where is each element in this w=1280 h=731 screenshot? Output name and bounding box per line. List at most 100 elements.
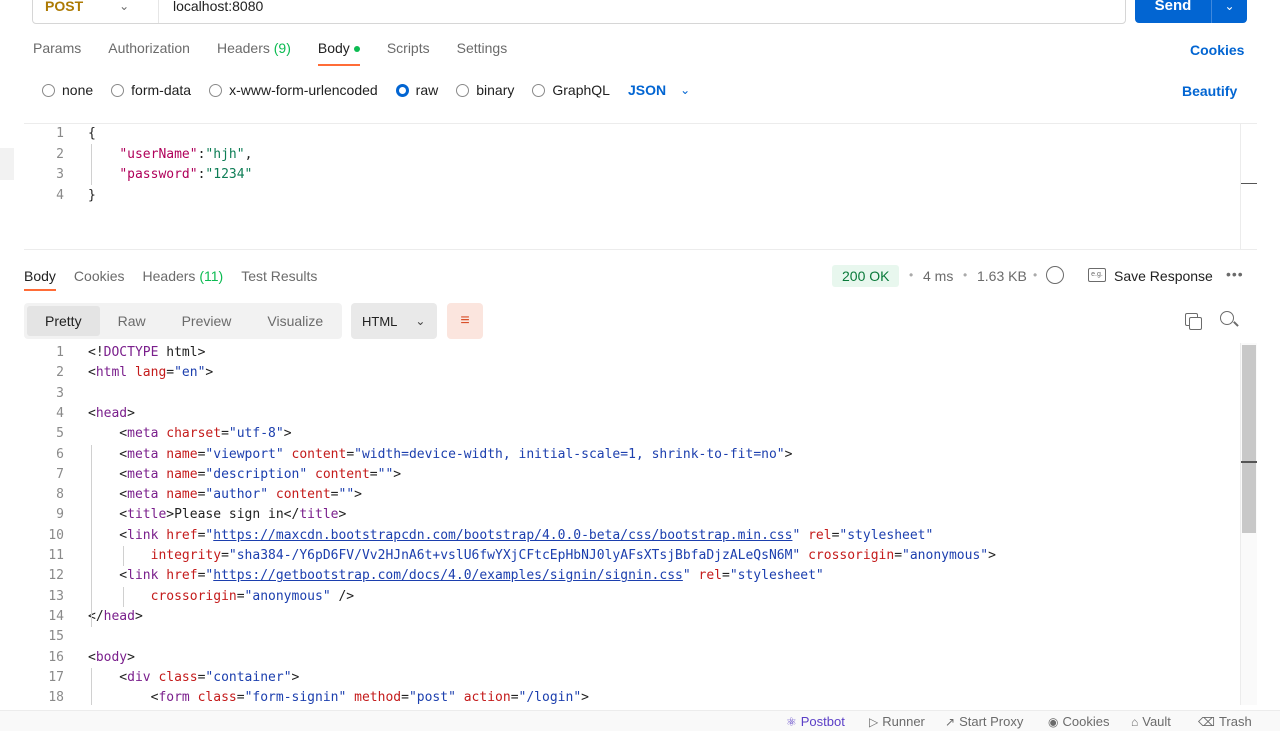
beautify-button[interactable]: Beautify: [1182, 83, 1237, 99]
runner-icon: ▷: [869, 714, 879, 729]
radio-circle: [42, 83, 55, 97]
code-line: <link href="https://getbootstrap.com/doc…: [88, 568, 824, 584]
indent-guide: [91, 144, 92, 185]
send-button[interactable]: Send ⌄: [1135, 0, 1247, 23]
line-number: 6: [56, 446, 64, 462]
view-visualize[interactable]: Visualize: [249, 306, 341, 336]
globe-icon[interactable]: [1046, 266, 1064, 284]
tab-settings[interactable]: Settings: [457, 40, 508, 66]
footer-vault[interactable]: ⌂ Vault: [1131, 714, 1171, 729]
code-line: integrity="sha384-/Y6pD6FV/Vv2HJnA6t+vsl…: [150, 548, 996, 563]
view-preview[interactable]: Preview: [164, 306, 250, 336]
line-number: 15: [48, 629, 64, 645]
view-pretty[interactable]: Pretty: [27, 306, 100, 336]
footer-start-proxy[interactable]: ↗ Start Proxy: [945, 714, 1023, 729]
more-options-icon[interactable]: •••: [1226, 266, 1244, 282]
response-format-select[interactable]: HTML ⌄: [351, 303, 437, 339]
code-line: <meta name="viewport" content="width=dev…: [88, 446, 793, 462]
response-body-viewer[interactable]: 1 <!DOCTYPE html> 2 <html lang="en"> 3 4 <head…: [0, 343, 1240, 705]
url-input[interactable]: [159, 0, 1125, 23]
method-select[interactable]: POST ⌄: [33, 0, 159, 23]
line-number: 8: [56, 487, 64, 503]
radio-binary[interactable]: binary: [456, 82, 514, 98]
radio-form-data[interactable]: form-data: [111, 82, 191, 98]
code-line: <!DOCTYPE html>: [88, 345, 206, 360]
line-number: 10: [48, 527, 64, 543]
copy-icon[interactable]: [1185, 313, 1202, 330]
radio-circle: [456, 83, 470, 97]
resp-tab-test-results[interactable]: Test Results: [241, 268, 317, 291]
code-line: "userName":"hjh",: [119, 146, 253, 162]
tab-authorization[interactable]: Authorization: [108, 40, 190, 66]
scroll-thumb[interactable]: [1242, 345, 1256, 533]
radio-raw[interactable]: raw: [395, 82, 438, 98]
resp-headers-count: (11): [199, 268, 224, 284]
sidebar-edge: [0, 148, 14, 180]
send-label: Send: [1154, 0, 1192, 14]
scroll-marker: [1241, 183, 1257, 184]
line-number: 1: [56, 345, 64, 360]
line-number: 7: [56, 466, 64, 482]
radio-circle: [209, 83, 223, 97]
save-response-button[interactable]: Save Response: [1114, 268, 1213, 284]
code-line: <meta charset="utf-8">: [88, 426, 292, 442]
scroll-marker: [1241, 461, 1257, 463]
url-bar: POST ⌄: [32, 0, 1126, 24]
indent-guide: [91, 444, 92, 628]
search-icon[interactable]: [1220, 311, 1238, 329]
request-tabs: Params Authorization Headers (9) Body Sc…: [33, 40, 534, 66]
response-size[interactable]: 1.63 KB: [977, 268, 1027, 284]
indent-guide: [91, 667, 92, 705]
line-number: 12: [48, 568, 64, 584]
radio-circle: [395, 83, 409, 97]
tab-body[interactable]: Body: [317, 40, 360, 66]
view-mode-group: Pretty Raw Preview Visualize: [24, 303, 342, 339]
indent-guide: [123, 586, 124, 607]
code-line: }: [88, 187, 96, 203]
radio-circle: [532, 83, 546, 97]
headers-count: (9): [273, 40, 291, 56]
code-line: <link href="https://maxcdn.bootstrapcdn.…: [88, 527, 934, 543]
line-number: 1: [56, 126, 64, 141]
code-line: <meta name="description" content="">: [88, 466, 402, 482]
trash-icon: ⌫: [1198, 714, 1215, 729]
cookies-link[interactable]: Cookies: [1190, 42, 1244, 58]
response-time[interactable]: 4 ms: [923, 268, 953, 284]
resp-tab-body[interactable]: Body: [24, 268, 56, 291]
tab-params[interactable]: Params: [33, 40, 81, 66]
raw-format-select[interactable]: JSON ⌄: [628, 82, 690, 98]
method-label: POST: [45, 0, 84, 14]
footer-postbot[interactable]: ⚛ Postbot: [786, 714, 845, 729]
footer-trash[interactable]: ⌫ Trash: [1198, 714, 1252, 729]
line-number: 4: [56, 405, 64, 421]
body-indicator-dot: [353, 46, 360, 53]
tab-scripts[interactable]: Scripts: [387, 40, 430, 66]
radio-graphql[interactable]: GraphQL: [532, 82, 610, 98]
line-number: 4: [56, 187, 64, 203]
footer-runner[interactable]: ▷ Runner: [869, 714, 925, 729]
line-number: 18: [48, 690, 64, 705]
radio-none[interactable]: none: [42, 82, 93, 98]
code-line: <head>: [88, 405, 135, 421]
line-number: 9: [56, 507, 64, 523]
radio-urlencoded[interactable]: x-www-form-urlencoded: [209, 82, 378, 98]
code-line: <form class="form-signin" method="post" …: [88, 690, 589, 705]
tab-headers[interactable]: Headers (9): [217, 40, 291, 66]
resp-tab-headers[interactable]: Headers (11): [143, 268, 224, 291]
footer-cookies[interactable]: ◉ Cookies: [1048, 714, 1109, 729]
line-number: 3: [56, 167, 64, 182]
code-line: <title>Please sign in</title>: [88, 507, 347, 523]
status-badge[interactable]: 200 OK: [832, 265, 900, 287]
chevron-down-icon[interactable]: ⌄: [1212, 0, 1247, 13]
request-editor-scrollbar[interactable]: [1240, 123, 1257, 250]
request-body-editor[interactable]: 1 {2 "userName":"hjh", 3 "password":"1234"…: [24, 123, 1257, 250]
resp-tab-cookies[interactable]: Cookies: [74, 268, 125, 291]
view-raw[interactable]: Raw: [100, 306, 164, 336]
code-line: <html lang="en">: [88, 365, 214, 381]
code-line: crossorigin="anonymous" />: [150, 588, 355, 604]
line-number: 3: [56, 385, 64, 401]
body-type-radios: none form-data x-www-form-urlencoded raw…: [42, 82, 690, 98]
code-line: {: [88, 126, 96, 141]
response-scrollbar[interactable]: [1240, 343, 1257, 705]
wrap-lines-icon[interactable]: ≡: [447, 303, 483, 339]
